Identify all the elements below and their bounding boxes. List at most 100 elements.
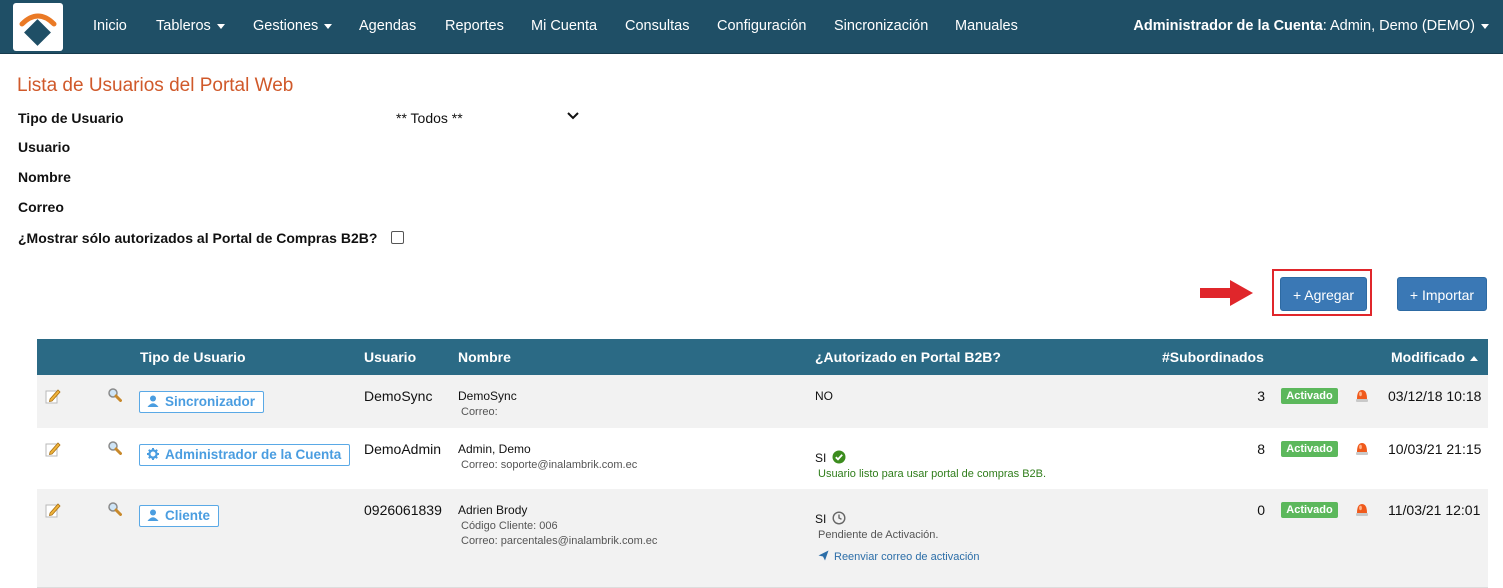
nav-item-inicio[interactable]: Inicio [93, 0, 127, 53]
importar-button[interactable]: + Importar [1397, 277, 1487, 311]
table-row: Sincronizador DemoSync DemoSync Correo: NO 3 A… [37, 375, 1488, 429]
col-nombre[interactable]: Nombre [458, 349, 511, 365]
edit-icon[interactable] [45, 441, 61, 462]
page-title: Lista de Usuarios del Portal Web [17, 75, 294, 96]
b2b-status-value: NO [815, 389, 833, 403]
b2b-status: SI [815, 511, 846, 528]
nav-item-configuración[interactable]: Configuración [717, 0, 806, 53]
status-badge: Activado [1281, 388, 1338, 404]
search-icon[interactable] [107, 440, 122, 460]
nav-item-consultas[interactable]: Consultas [625, 0, 689, 53]
nav-item-label: Consultas [625, 18, 690, 34]
chevron-down-icon [567, 112, 579, 120]
detail-line-1: Correo: [461, 406, 498, 418]
table-row: Administrador de la Cuenta DemoAdmin Admin… [37, 428, 1488, 490]
nav-item-label: Mi Cuenta [531, 18, 598, 34]
agregar-button[interactable]: + Agregar [1280, 277, 1367, 311]
nav-item-label: Gestiones [253, 18, 319, 34]
user-name: : Admin, Demo (DEMO) [1322, 18, 1475, 34]
b2b-only-checkbox[interactable] [391, 231, 404, 244]
detail-line-1: Código Cliente: 006 [461, 520, 558, 532]
nav-item-manuales[interactable]: Manuales [955, 0, 1018, 53]
user-role: Administrador de la Cuenta [1133, 18, 1323, 34]
col-subordinados[interactable]: #Subordinados [1162, 349, 1264, 365]
search-icon[interactable] [107, 501, 122, 521]
col-modificado-label: Modificado [1391, 349, 1465, 365]
logo-mark-icon [19, 13, 57, 46]
users-table: Tipo de Usuario Usuario Nombre ¿Autoriza… [37, 339, 1488, 588]
nav-item-mi-cuenta[interactable]: Mi Cuenta [531, 0, 597, 53]
nav-item-label: Reportes [445, 18, 504, 34]
user-menu[interactable]: Administrador de la Cuenta: Admin, Demo … [1133, 0, 1489, 53]
user-type-label: Cliente [165, 508, 211, 523]
alarm-icon[interactable] [1354, 501, 1370, 522]
nav-item-tableros[interactable]: Tableros [156, 0, 225, 53]
user-type-label: Administrador de la Cuenta [165, 447, 342, 462]
full-name: Adrien Brody [458, 503, 528, 517]
b2b-status: NO [815, 389, 833, 403]
subordinates-count: 8 [1257, 441, 1265, 457]
tipo-usuario-select[interactable]: ** Todos ** [390, 108, 585, 128]
user-icon [147, 393, 159, 413]
nav-item-gestiones[interactable]: Gestiones [253, 0, 333, 53]
username: DemoAdmin [364, 441, 442, 457]
edit-icon[interactable] [45, 388, 61, 409]
alarm-icon[interactable] [1354, 387, 1370, 408]
chevron-down-icon [324, 23, 333, 29]
subordinates-count: 3 [1257, 388, 1265, 404]
send-icon [818, 550, 829, 561]
app-logo[interactable] [13, 3, 63, 51]
edit-icon[interactable] [45, 502, 61, 523]
col-tipo-usuario[interactable]: Tipo de Usuario [140, 349, 246, 365]
subordinates-count: 0 [1257, 502, 1265, 518]
b2b-status-value: SI [815, 451, 827, 465]
nav-item-label: Configuración [717, 18, 807, 34]
filter-tipo-label: Tipo de Usuario [18, 110, 124, 126]
nav-item-reportes[interactable]: Reportes [445, 0, 504, 53]
gear-icon [147, 446, 159, 466]
user-type-tag[interactable]: Cliente [139, 505, 220, 527]
nav-item-label: Sincronización [834, 18, 929, 34]
check-circle-icon [832, 450, 846, 467]
nav-item-agendas[interactable]: Agendas [359, 0, 416, 53]
filter-correo-label: Correo [18, 199, 64, 215]
user-type-tag[interactable]: Sincronizador [139, 391, 265, 413]
resend-activation-label: Reenviar correo de activación [834, 551, 980, 563]
search-icon[interactable] [107, 387, 122, 407]
modified-date: 11/03/21 12:01 [1388, 502, 1481, 518]
nav-item-label: Inicio [93, 18, 127, 34]
chevron-down-icon [1481, 23, 1489, 29]
username: DemoSync [364, 388, 433, 404]
modified-date: 03/12/18 10:18 [1388, 388, 1482, 404]
b2b-note: Pendiente de Activación. [818, 529, 939, 541]
col-autorizado-b2b[interactable]: ¿Autorizado en Portal B2B? [815, 349, 1001, 365]
b2b-note: Usuario listo para usar portal de compra… [818, 468, 1047, 480]
user-type-tag[interactable]: Administrador de la Cuenta [139, 444, 351, 466]
clock-icon [832, 511, 846, 528]
arrow-right-icon [1200, 280, 1253, 306]
top-navbar: Inicio Tableros Gestiones Agendas Reportes Mi… [0, 0, 1503, 54]
full-name: DemoSync [458, 389, 517, 403]
full-name: Admin, Demo [458, 442, 531, 456]
modified-date: 10/03/21 21:15 [1388, 441, 1482, 457]
chevron-down-icon [216, 23, 225, 29]
col-modificado[interactable]: Modificado [1391, 349, 1478, 365]
tipo-usuario-value: ** Todos ** [396, 110, 463, 126]
filter-nombre-label: Nombre [18, 169, 71, 185]
user-type-label: Sincronizador [165, 394, 256, 409]
table-row: Cliente 0926061839 Adrien Brody Código Clie… [37, 489, 1488, 588]
detail-line-2: Correo: parcentales@inalambrik.com.ec [461, 535, 658, 547]
nav-item-label: Manuales [955, 18, 1018, 34]
status-badge: Activado [1281, 441, 1338, 457]
nav-item-sincronización[interactable]: Sincronización [834, 0, 928, 53]
nav-item-label: Tableros [156, 18, 211, 34]
table-header: Tipo de Usuario Usuario Nombre ¿Autoriza… [37, 339, 1488, 375]
status-badge: Activado [1281, 502, 1338, 518]
user-icon [147, 507, 159, 527]
resend-activation-link[interactable]: Reenviar correo de activación [818, 550, 980, 563]
col-usuario[interactable]: Usuario [364, 349, 416, 365]
detail-line-1: Correo: soporte@inalambrik.com.ec [461, 459, 638, 471]
alarm-icon[interactable] [1354, 440, 1370, 461]
sort-asc-icon [1469, 355, 1478, 361]
filter-b2b-label: ¿Mostrar sólo autorizados al Portal de C… [18, 230, 378, 246]
